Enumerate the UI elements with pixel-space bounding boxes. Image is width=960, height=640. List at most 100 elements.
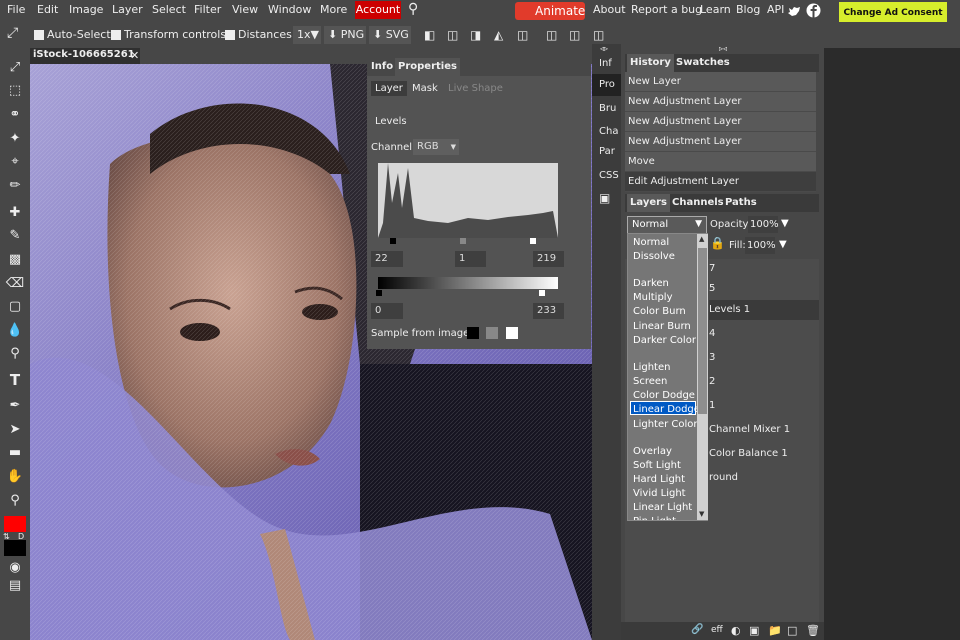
animate-button[interactable]: Animate	[515, 2, 585, 20]
link-layers-icon[interactable]: 🔗	[691, 624, 703, 635]
input-gamma-field[interactable]: 1	[455, 251, 486, 267]
menu-image[interactable]: Image	[69, 3, 103, 16]
blend-option[interactable]: Overlay	[633, 446, 672, 457]
hand-tool-icon[interactable]: ✋	[4, 467, 26, 487]
opacity-field[interactable]: 100%	[748, 216, 779, 233]
output-white-slider[interactable]	[539, 290, 545, 296]
distribute-h-icon[interactable]: ◫	[546, 28, 557, 42]
panel-character-button[interactable]: Cha	[592, 121, 621, 143]
blend-option[interactable]: Screen	[633, 376, 667, 387]
align-middle-icon[interactable]: ◫	[517, 28, 528, 42]
pen-tool-icon[interactable]: ✒	[4, 396, 26, 416]
link-blog[interactable]: Blog	[736, 3, 760, 16]
panel-paragraph-button[interactable]: Par	[592, 141, 621, 163]
move-tool-icon[interactable]: ⤢	[4, 58, 26, 78]
tab-paths[interactable]: Paths	[722, 194, 760, 212]
layer-row[interactable]: Color Balance 1	[709, 444, 819, 464]
panel-css-button[interactable]: CSS	[592, 165, 621, 187]
blend-option[interactable]: Multiply	[633, 292, 673, 303]
blend-option[interactable]: Darken	[633, 278, 669, 289]
expand-icon[interactable]: ◃▹	[600, 44, 608, 53]
quick-mask-icon[interactable]: ◉	[4, 558, 26, 578]
output-black-field[interactable]: 0	[371, 303, 403, 319]
zoom-tool-icon[interactable]: ⚲	[4, 491, 26, 511]
align-right-icon[interactable]: ◨	[470, 28, 481, 42]
link-api[interactable]: API	[767, 3, 784, 16]
layer-row[interactable]: 3	[709, 348, 819, 368]
menu-view[interactable]: View	[232, 3, 258, 16]
tab-swatches[interactable]: Swatches	[673, 54, 733, 72]
blend-option[interactable]: Vivid Light	[633, 488, 686, 499]
opacity-dropdown-icon[interactable]: ▼	[781, 218, 789, 229]
layer-row[interactable]: round	[709, 468, 819, 488]
trash-icon[interactable]: 🗑	[806, 624, 820, 637]
marquee-tool-icon[interactable]: ⬚	[4, 81, 26, 101]
distribute-v-icon[interactable]: ◫	[569, 28, 580, 42]
subtab-live-shape[interactable]: Live Shape	[448, 83, 503, 94]
folder-icon[interactable]: 📁	[768, 624, 782, 637]
layer-row[interactable]: 1	[709, 396, 819, 416]
subtab-layer[interactable]: Layer	[371, 81, 407, 96]
align-left-icon[interactable]: ◧	[424, 28, 435, 42]
history-item[interactable]: New Adjustment Layer	[625, 132, 816, 152]
tab-history[interactable]: History	[627, 54, 674, 72]
layer-row[interactable]: 4	[709, 324, 819, 344]
scrollbar-thumb[interactable]	[698, 248, 707, 414]
tab-layers[interactable]: Layers	[627, 194, 670, 212]
adjustment-icon[interactable]: ◐	[731, 624, 741, 637]
scroll-down-icon[interactable]: ▼	[699, 510, 704, 518]
panel-properties-button[interactable]: Pro	[592, 74, 621, 96]
menu-window[interactable]: Window	[268, 3, 311, 16]
export-png-button[interactable]: ⬇ PNG	[324, 26, 366, 44]
blend-option[interactable]: Dissolve	[633, 251, 675, 262]
foreground-color-swatch[interactable]	[4, 516, 26, 532]
layer-row[interactable]: 2	[709, 372, 819, 392]
history-item[interactable]: New Adjustment Layer	[625, 92, 816, 112]
layer-row-selected[interactable]: Levels 1	[709, 300, 819, 320]
lock-icon[interactable]: 🔒	[710, 236, 725, 250]
menu-edit[interactable]: Edit	[37, 3, 58, 16]
blend-option[interactable]: Darker Color	[633, 335, 696, 346]
layer-row[interactable]: Channel Mixer 1	[709, 420, 819, 440]
export-svg-button[interactable]: ⬇ SVG	[369, 26, 411, 44]
blend-option[interactable]: Normal	[633, 237, 669, 248]
menu-file[interactable]: File	[7, 3, 25, 16]
panel-info-button[interactable]: Inf	[592, 53, 621, 75]
zoom-dropdown[interactable]: 1x ▼	[293, 26, 321, 44]
history-item[interactable]: Move	[625, 152, 816, 172]
blur-tool-icon[interactable]: 💧	[4, 321, 26, 341]
close-icon[interactable]: ✕	[130, 49, 139, 62]
crop-tool-icon[interactable]: ⌖	[4, 152, 26, 172]
wand-tool-icon[interactable]: ✦	[4, 129, 26, 149]
account-button[interactable]: Account	[355, 1, 401, 19]
menu-filter[interactable]: Filter	[194, 3, 221, 16]
stamp-tool-icon[interactable]: ▩	[4, 250, 26, 270]
path-select-tool-icon[interactable]: ➤	[4, 420, 26, 440]
distances-checkbox[interactable]	[225, 30, 235, 40]
input-white-field[interactable]: 219	[533, 251, 564, 267]
dodge-tool-icon[interactable]: ⚲	[4, 344, 26, 364]
align-top-icon[interactable]: ◭	[494, 28, 503, 42]
blend-option[interactable]: Linear Light	[633, 502, 692, 513]
blend-option[interactable]: Soft Light	[633, 460, 681, 471]
tab-info[interactable]: Info	[368, 58, 396, 76]
mask-icon[interactable]: ▣	[749, 624, 759, 637]
healing-tool-icon[interactable]: ✚	[4, 203, 26, 223]
menu-more[interactable]: More	[320, 3, 347, 16]
link-about[interactable]: About	[593, 3, 626, 16]
screen-mode-icon[interactable]: ▤	[4, 576, 26, 596]
align-center-icon[interactable]: ◫	[447, 28, 458, 42]
brush-tool-icon[interactable]: ✎	[4, 226, 26, 246]
layer-effects-icon[interactable]: eff	[711, 625, 723, 635]
new-layer-icon[interactable]: □	[787, 624, 797, 637]
background-color-swatch[interactable]	[4, 540, 26, 556]
tab-properties[interactable]: Properties	[395, 58, 460, 76]
gradient-tool-icon[interactable]: ▢	[4, 297, 26, 317]
expand-icon[interactable]: ▹◃	[719, 44, 727, 53]
link-report-bug[interactable]: Report a bug	[631, 3, 702, 16]
fill-field[interactable]: 100%	[745, 237, 776, 254]
sample-black-eyedropper[interactable]	[467, 327, 479, 339]
blend-option[interactable]: Color Dodge	[633, 390, 695, 401]
auto-select-checkbox[interactable]	[34, 30, 44, 40]
layer-row[interactable]: 7	[709, 259, 819, 279]
